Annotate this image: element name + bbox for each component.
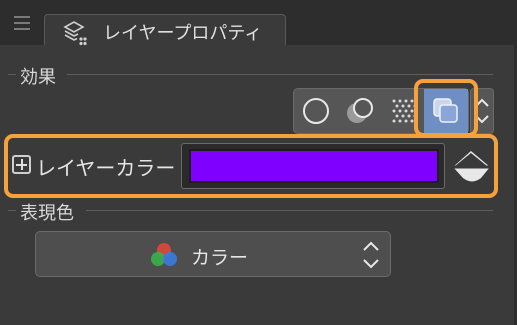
effect-divider-left <box>8 74 16 75</box>
expression-color-select[interactable]: カラー <box>35 231 391 277</box>
rgb-color-icon <box>151 243 177 266</box>
expression-color-value: カラー <box>191 247 249 269</box>
panel-title: レイヤープロパティ <box>103 23 263 44</box>
layer-color-swatch[interactable] <box>189 149 439 183</box>
expression-divider <box>86 210 493 211</box>
layer-properties-icon <box>63 21 87 46</box>
tab-layer-properties[interactable]: レイヤープロパティ <box>44 14 286 46</box>
paint-bucket-icon[interactable] <box>450 145 492 187</box>
up-down-chevron-icon <box>363 241 379 269</box>
expression-divider-left <box>8 210 16 211</box>
plus-icon[interactable] <box>12 155 31 174</box>
border-effect-button[interactable] <box>294 89 338 133</box>
expression-color-label: 表現色 <box>20 203 74 224</box>
effect-divider <box>67 74 493 75</box>
effect-highlight-box <box>414 79 478 137</box>
effect-section-label: 効果 <box>20 67 56 88</box>
overlap-circles-icon <box>347 98 373 123</box>
menu-icon[interactable] <box>14 14 30 30</box>
extract-line-button[interactable] <box>338 89 382 133</box>
layer-color-label: レイヤーカラー <box>36 156 176 180</box>
circle-outline-icon <box>303 98 329 124</box>
panel-header: レイヤープロパティ <box>0 0 517 46</box>
